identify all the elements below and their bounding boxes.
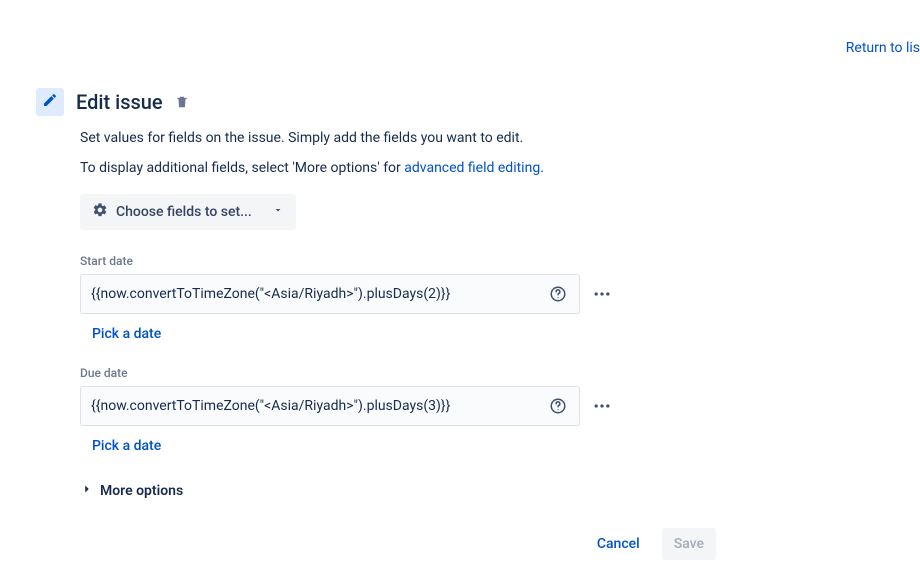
- choose-fields-label: Choose fields to set...: [116, 204, 252, 220]
- due-date-row: [80, 386, 716, 426]
- start-date-row: [80, 274, 716, 314]
- advanced-field-editing-link[interactable]: advanced field editing: [404, 160, 540, 176]
- more-actions-icon[interactable]: [592, 284, 612, 304]
- due-date-input-wrap: [80, 386, 580, 426]
- edit-issue-panel: Edit issue Set values for fields on the …: [36, 88, 716, 560]
- choose-fields-button[interactable]: Choose fields to set...: [80, 194, 296, 230]
- description-line-2: To display additional fields, select 'Mo…: [80, 160, 716, 176]
- start-date-input-wrap: [80, 274, 580, 314]
- return-to-list-link[interactable]: Return to lis: [846, 40, 920, 56]
- panel-header: Edit issue: [36, 88, 716, 116]
- gear-icon: [92, 202, 108, 222]
- start-date-label: Start date: [80, 254, 716, 268]
- start-date-field: Start date Pick a date: [80, 254, 716, 342]
- due-date-input[interactable]: [91, 398, 545, 414]
- start-date-input[interactable]: [91, 286, 545, 302]
- help-icon[interactable]: [545, 397, 571, 415]
- chevron-right-icon: [80, 482, 94, 500]
- due-date-pick-link[interactable]: Pick a date: [92, 438, 716, 454]
- save-button[interactable]: Save: [662, 528, 716, 560]
- cancel-button[interactable]: Cancel: [585, 528, 652, 560]
- description-2-prefix: To display additional fields, select 'Mo…: [80, 160, 404, 176]
- more-options-toggle[interactable]: More options: [80, 482, 716, 500]
- panel-content: Set values for fields on the issue. Simp…: [80, 130, 716, 560]
- more-actions-icon[interactable]: [592, 396, 612, 416]
- more-options-label: More options: [100, 483, 183, 499]
- panel-title: Edit issue: [76, 90, 163, 114]
- start-date-pick-link[interactable]: Pick a date: [92, 326, 716, 342]
- edit-icon-badge: [36, 88, 64, 116]
- footer-actions: Cancel Save: [80, 528, 716, 560]
- help-icon[interactable]: [545, 285, 571, 303]
- chevron-down-icon: [272, 204, 284, 220]
- description-line-1: Set values for fields on the issue. Simp…: [80, 130, 716, 146]
- trash-icon[interactable]: [175, 95, 189, 109]
- due-date-field: Due date Pick a date: [80, 366, 716, 454]
- due-date-label: Due date: [80, 366, 716, 380]
- description-2-suffix: .: [540, 160, 544, 176]
- pencil-icon: [42, 92, 58, 112]
